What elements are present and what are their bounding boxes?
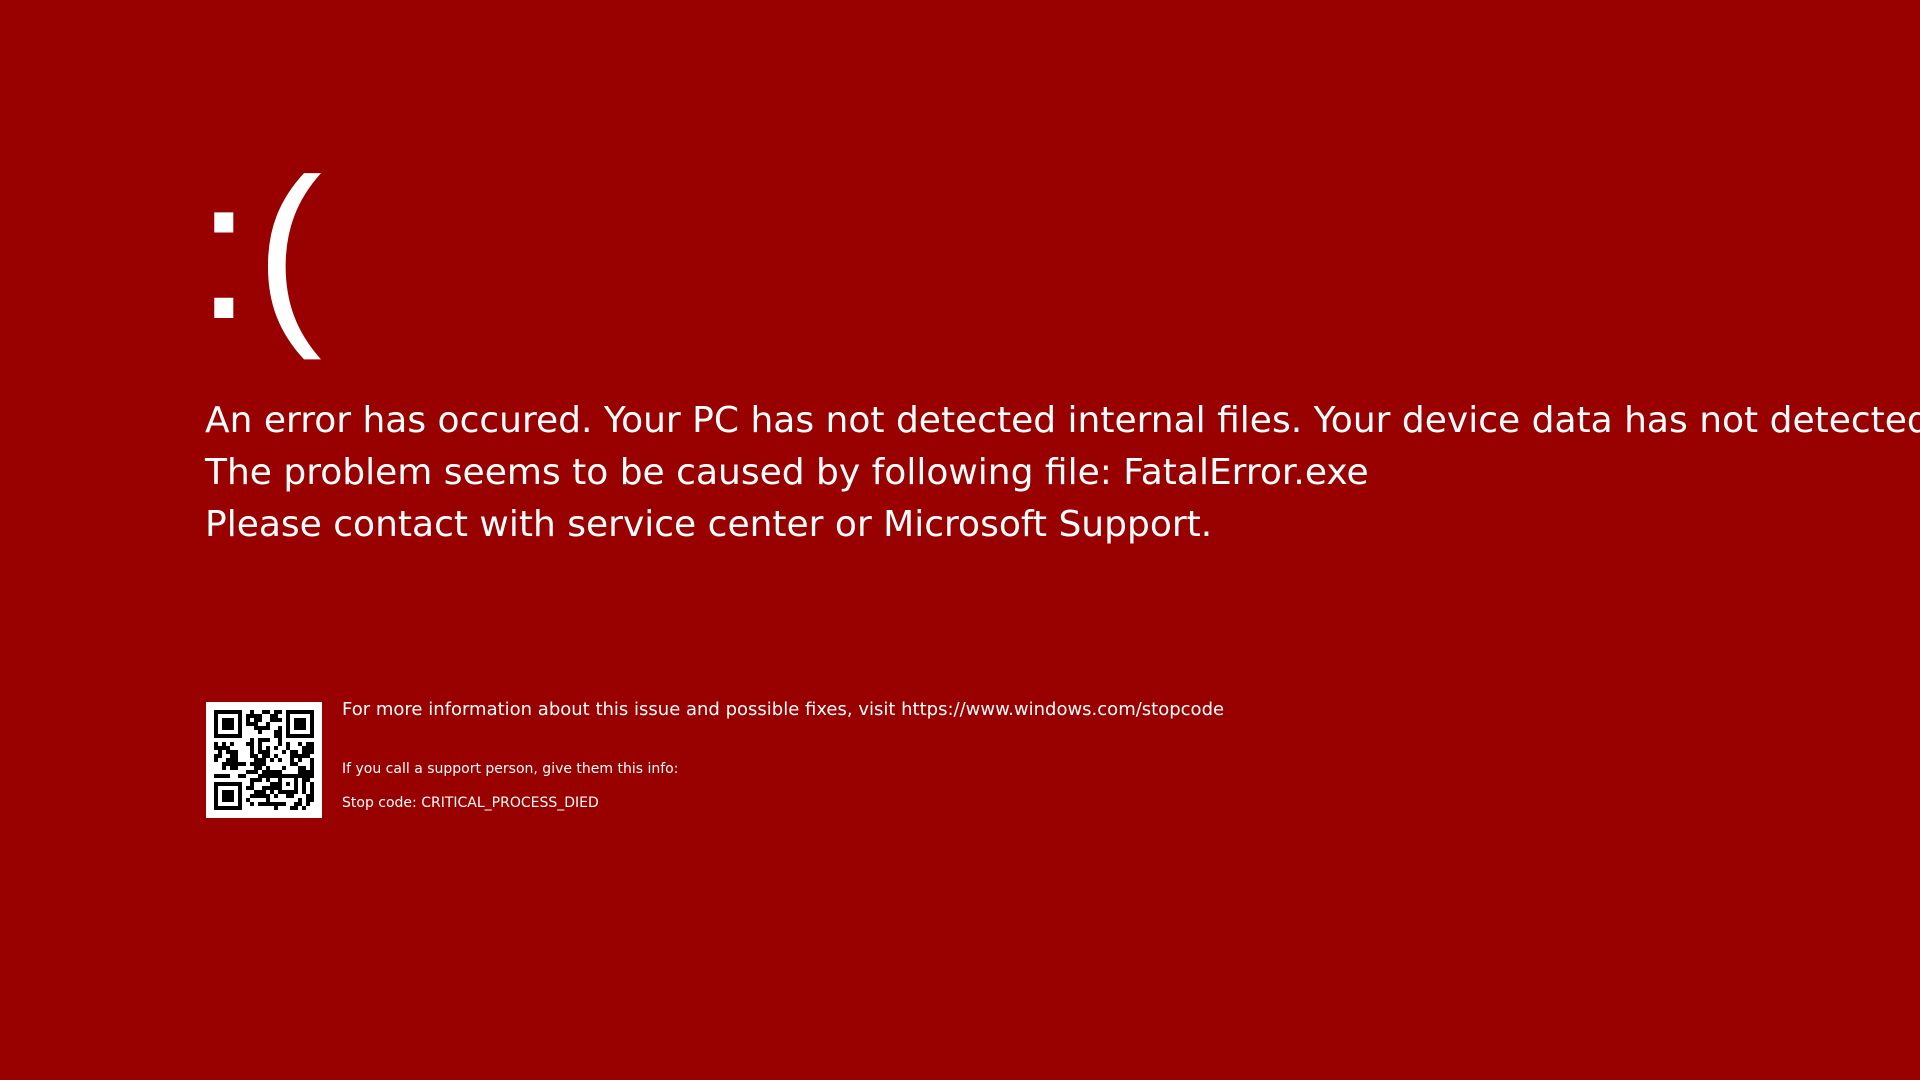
- qr-code-icon: [206, 702, 322, 818]
- more-info-text: For more information about this issue an…: [342, 699, 1225, 720]
- error-screen: { "screen": { "background_color": "#9900…: [0, 0, 1920, 1080]
- error-message-line-3: Please contact with service center or Mi…: [205, 504, 1213, 545]
- support-person-text: If you call a support person, give them …: [342, 761, 679, 777]
- stop-code-line: Stop code: CRITICAL_PROCESS_DIED: [342, 792, 1442, 814]
- error-message-line-2: The problem seems to be caused by follow…: [205, 452, 1369, 493]
- qr-code-graphic: [214, 710, 314, 810]
- stop-code-label: Stop code:: [342, 795, 417, 811]
- stop-code-value: CRITICAL_PROCESS_DIED: [421, 795, 599, 811]
- info-block: For more information about this issue an…: [342, 696, 1442, 814]
- sad-face-emoticon: :(: [196, 138, 327, 361]
- error-message-line-1: An error has occured. Your PC has not de…: [205, 400, 1920, 441]
- error-message: An error has occured. Your PC has not de…: [205, 395, 1920, 551]
